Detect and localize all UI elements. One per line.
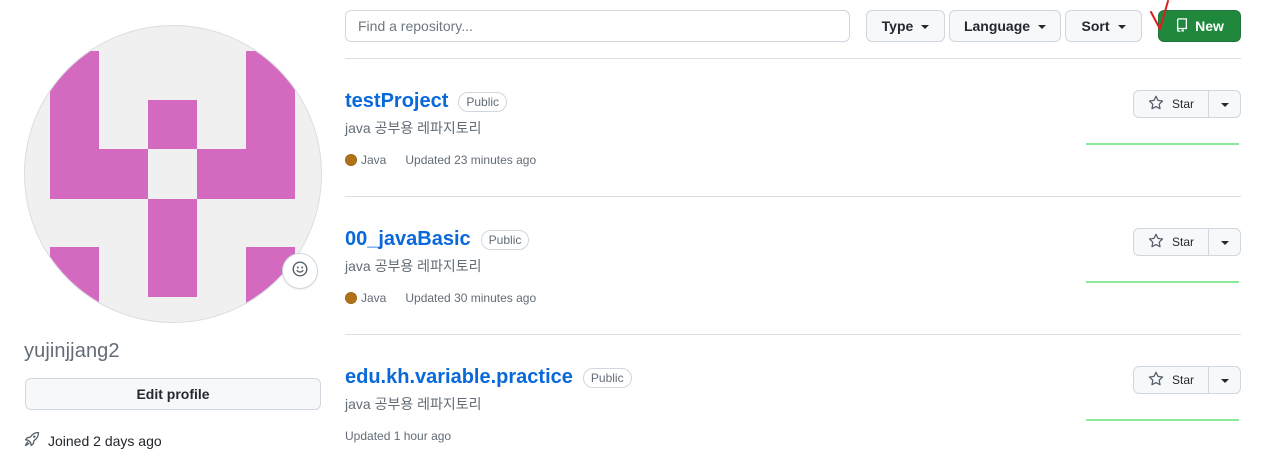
repo-description: java 공부용 레파지토리 [345, 396, 482, 412]
type-filter-button[interactable]: Type [866, 10, 945, 42]
joined-text: Joined 2 days ago [48, 432, 162, 449]
repo-updated: Updated 23 minutes ago [405, 153, 537, 167]
smiley-icon [292, 260, 308, 282]
sort-filter-button[interactable]: Sort [1065, 10, 1142, 42]
star-list-dropdown[interactable] [1209, 367, 1240, 393]
star-button[interactable]: Star [1134, 229, 1209, 255]
avatar-pixel [197, 149, 246, 199]
avatar-pixel [50, 247, 99, 307]
star-icon [1148, 233, 1164, 252]
star-label: Star [1171, 235, 1194, 249]
set-status-button[interactable] [282, 253, 318, 289]
caret-down-icon [1220, 240, 1229, 245]
avatar-pixel [148, 149, 197, 199]
star-button-group: Star [1133, 228, 1241, 256]
star-button-group: Star [1133, 90, 1241, 118]
caret-down-icon [921, 24, 930, 29]
visibility-badge: Public [582, 367, 632, 388]
repo-meta: Updated 1 hour ago [345, 429, 451, 443]
repository-search-input[interactable] [345, 10, 850, 42]
repo-meta: Java Updated 30 minutes ago [345, 291, 536, 305]
profile-username: yujinjjang2 [24, 340, 120, 362]
language-color-dot [345, 154, 357, 166]
avatar[interactable] [24, 25, 322, 323]
repo-meta: Java Updated 23 minutes ago [345, 153, 536, 167]
language-filter-button[interactable]: Language [949, 10, 1061, 42]
repo-language: Java [361, 291, 387, 305]
star-icon [1148, 371, 1164, 390]
activity-graph [1086, 419, 1239, 421]
language-color-dot [345, 292, 357, 304]
repo-description: java 공부용 레파지토리 [345, 120, 482, 136]
repo-icon [1175, 17, 1189, 35]
repo-title-row: testProject Public [345, 90, 508, 113]
repo-name-link[interactable]: 00_javaBasic [345, 228, 471, 251]
rocket-icon [24, 431, 40, 450]
edit-profile-button[interactable]: Edit profile [25, 378, 321, 410]
avatar-pixel [99, 149, 148, 199]
type-filter-label: Type [881, 18, 914, 34]
new-button-label: New [1195, 18, 1224, 34]
activity-graph [1086, 143, 1239, 145]
joined-info: Joined 2 days ago [24, 431, 162, 450]
avatar-pixel [50, 51, 99, 199]
star-button[interactable]: Star [1134, 367, 1209, 393]
visibility-badge: Public [458, 91, 508, 112]
annotation-check-mark [1150, 0, 1169, 30]
activity-graph [1086, 281, 1239, 283]
star-list-dropdown[interactable] [1209, 91, 1240, 117]
star-label: Star [1171, 97, 1194, 111]
repo-title-row: edu.kh.variable.practice Public [345, 366, 632, 389]
visibility-badge: Public [480, 229, 530, 250]
repo-list-item: edu.kh.variable.practice Public java 공부용… [345, 366, 1241, 455]
star-list-dropdown[interactable] [1209, 229, 1240, 255]
divider [345, 196, 1241, 197]
repo-list-item: testProject Public java 공부용 레파지토리 Java U… [345, 90, 1241, 227]
star-label: Star [1171, 373, 1194, 387]
caret-down-icon [1220, 102, 1229, 107]
star-icon [1148, 95, 1164, 114]
caret-down-icon [1117, 24, 1126, 29]
repo-description: java 공부용 레파지토리 [345, 258, 482, 274]
repo-list-item: 00_javaBasic Public java 공부용 레파지토리 Java … [345, 228, 1241, 365]
divider [345, 334, 1241, 335]
avatar-pixel [246, 51, 295, 199]
divider [345, 58, 1241, 59]
repo-language: Java [361, 153, 387, 167]
repo-title-row: 00_javaBasic Public [345, 228, 530, 251]
repo-updated: Updated 30 minutes ago [405, 291, 537, 305]
star-button-group: Star [1133, 366, 1241, 394]
caret-down-icon [1220, 378, 1229, 383]
new-repository-button[interactable]: New [1158, 10, 1241, 42]
repo-name-link[interactable]: testProject [345, 90, 448, 113]
star-button[interactable]: Star [1134, 91, 1209, 117]
language-filter-label: Language [963, 18, 1031, 34]
caret-down-icon [1038, 24, 1047, 29]
repo-name-link[interactable]: edu.kh.variable.practice [345, 366, 573, 389]
sort-filter-label: Sort [1081, 18, 1110, 34]
repo-updated: Updated 1 hour ago [345, 429, 452, 443]
